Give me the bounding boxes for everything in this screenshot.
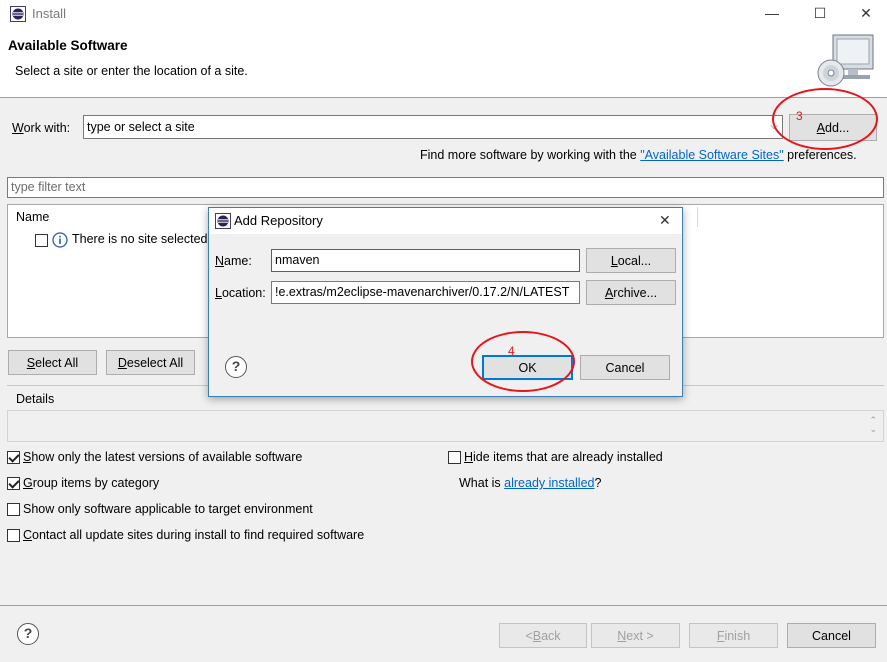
tree-row-checkbox[interactable] xyxy=(35,234,48,247)
details-area: ⌃ ⌄ xyxy=(7,410,884,442)
local-button[interactable]: Local... xyxy=(586,248,676,273)
target-environment-label[interactable]: Show only software applicable to target … xyxy=(23,502,313,516)
annotation-number-4: 4 xyxy=(508,344,515,358)
archive-button[interactable]: Archive... xyxy=(586,280,676,305)
hide-installed-label[interactable]: Hide items that are already installed xyxy=(464,450,663,464)
minimize-button[interactable]: — xyxy=(749,0,795,28)
add-repository-dialog: Add Repository ✕ Name: nmaven Local... L… xyxy=(208,207,683,397)
dialog-cancel-button[interactable]: Cancel xyxy=(580,355,670,380)
work-with-value: type or select a site xyxy=(87,120,195,134)
find-more-text: Find more software by working with the "… xyxy=(420,148,857,162)
name-label: Name: xyxy=(215,254,252,268)
hide-installed-checkbox[interactable] xyxy=(448,451,461,464)
select-all-button[interactable]: Select All xyxy=(8,350,97,375)
target-environment-checkbox[interactable] xyxy=(7,503,20,516)
filter-input[interactable]: type filter text xyxy=(7,177,884,198)
contact-update-sites-label[interactable]: Contact all update sites during install … xyxy=(23,528,364,542)
latest-versions-checkbox[interactable] xyxy=(7,451,20,464)
tree-row-text: There is no site selected. xyxy=(72,232,211,246)
column-divider xyxy=(697,207,698,227)
work-with-combo[interactable]: type or select a site ⌵ xyxy=(83,115,783,139)
name-input[interactable]: nmaven xyxy=(271,249,580,272)
dialog-titlebar: Add Repository ✕ xyxy=(209,208,682,234)
back-button[interactable]: < Back xyxy=(499,623,587,648)
available-software-sites-link[interactable]: "Available Software Sites" xyxy=(640,148,783,162)
wizard-header: Available Software Select a site or ente… xyxy=(0,28,887,98)
details-label: Details xyxy=(16,392,55,406)
location-input[interactable]: !e.extras/m2eclipse-mavenarchiver/0.17.2… xyxy=(271,281,580,304)
work-with-label: Work with: xyxy=(12,121,71,135)
close-button[interactable]: ✕ xyxy=(843,0,887,28)
eclipse-app-icon xyxy=(10,6,26,22)
contact-update-sites-checkbox[interactable] xyxy=(7,529,20,542)
info-icon xyxy=(52,232,68,248)
finish-button[interactable]: Finish xyxy=(689,623,778,648)
help-icon[interactable]: ? xyxy=(17,623,39,645)
eclipse-dialog-icon xyxy=(215,213,231,229)
page-subtitle: Select a site or enter the location of a… xyxy=(15,64,248,78)
footer-separator xyxy=(0,605,887,606)
deselect-all-button[interactable]: Deselect All xyxy=(106,350,195,375)
already-installed-link[interactable]: already installed xyxy=(504,476,594,490)
location-label: Location: xyxy=(215,286,266,300)
latest-versions-label[interactable]: Show only the latest versions of availab… xyxy=(23,450,302,464)
cancel-button[interactable]: Cancel xyxy=(787,623,876,648)
column-header-name[interactable]: Name xyxy=(16,210,49,224)
group-by-category-checkbox[interactable] xyxy=(7,477,20,490)
annotation-number-3: 3 xyxy=(796,109,803,123)
details-scroll-arrows-icon[interactable]: ⌃ ⌄ xyxy=(869,416,877,434)
what-is-installed-text: What is already installed? xyxy=(459,476,602,490)
dialog-help-icon[interactable]: ? xyxy=(225,356,247,378)
dialog-close-icon[interactable]: ✕ xyxy=(659,212,671,229)
annotation-circle-4 xyxy=(471,331,575,392)
annotation-circle-3 xyxy=(772,88,878,150)
next-button[interactable]: Next > xyxy=(591,623,680,648)
window-titlebar: Install — ☐ ✕ xyxy=(0,0,887,28)
maximize-button[interactable]: ☐ xyxy=(797,0,843,28)
window-title: Install xyxy=(32,6,66,21)
dialog-title: Add Repository xyxy=(234,213,323,228)
install-monitor-icon xyxy=(817,34,874,87)
group-by-category-label[interactable]: Group items by category xyxy=(23,476,159,490)
page-title: Available Software xyxy=(8,38,128,53)
